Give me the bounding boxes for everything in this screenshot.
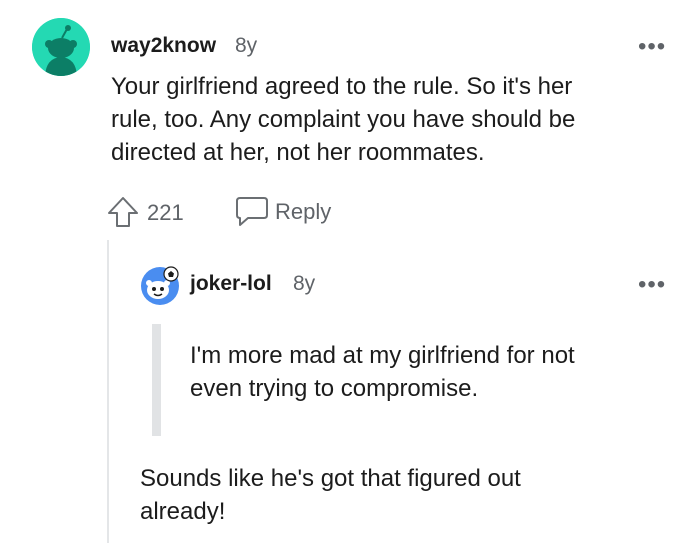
upvote-button[interactable] [106,195,140,229]
comment-username[interactable]: way2know [111,34,216,58]
more-options-icon[interactable]: ••• [638,273,666,297]
snoo-avatar-icon [141,266,179,305]
snoo-avatar-icon [32,18,90,76]
speech-bubble-icon [236,197,268,226]
reply-avatar[interactable] [140,266,180,306]
reply-body: Sounds like he's got that figured out al… [140,465,521,525]
vote-count: 221 [147,200,184,225]
reply-quote: I'm more mad at my girlfriend for not ev… [190,342,575,402]
reply-button[interactable] [234,194,270,228]
comment-age: 8y [235,34,258,57]
comment-body: Your girlfriend agreed to the rule. So i… [111,73,576,166]
reply-age: 8y [293,272,316,295]
more-options-icon[interactable]: ••• [638,35,666,59]
thread-line[interactable] [107,240,109,543]
reply-label[interactable]: Reply [275,199,331,225]
upvote-arrow-icon [108,197,138,227]
quote-bar [152,324,161,436]
avatar[interactable] [32,18,90,76]
reply-username[interactable]: joker-lol [190,272,272,296]
